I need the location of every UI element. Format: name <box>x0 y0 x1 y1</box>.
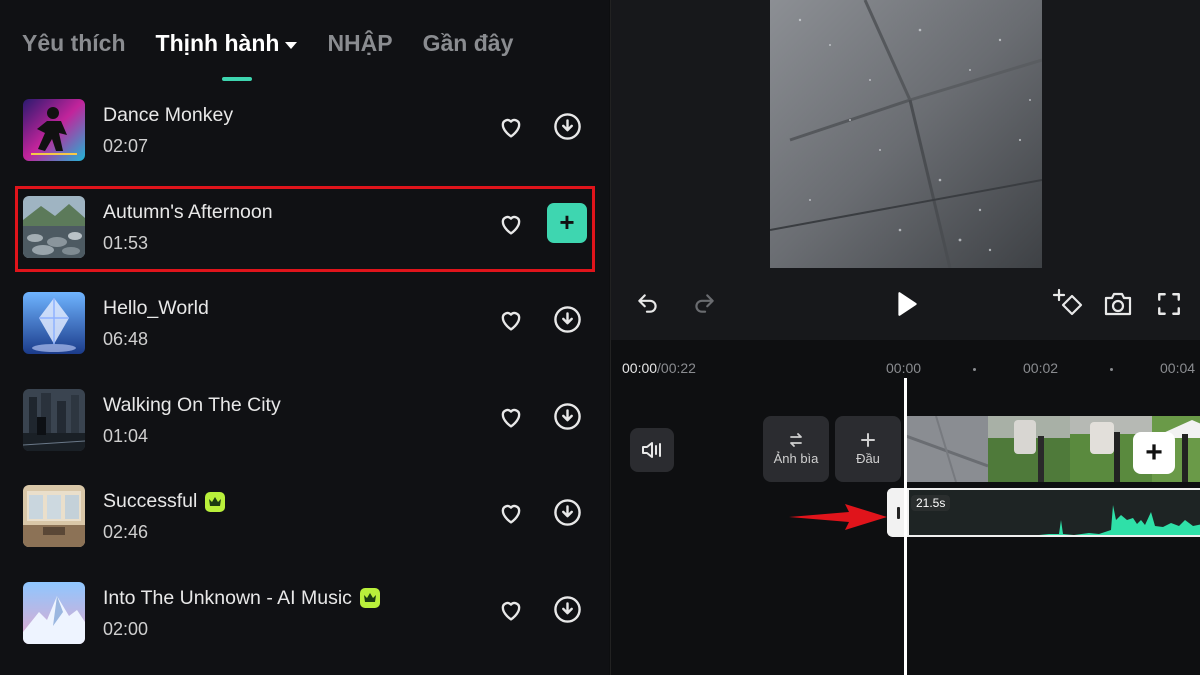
playhead[interactable] <box>904 378 907 675</box>
tab-recent[interactable]: Gần đây <box>423 30 514 57</box>
download-icon[interactable] <box>553 498 582 527</box>
active-tab-indicator <box>222 77 252 81</box>
song-title: Dance Monkey <box>103 104 234 126</box>
video-clip-frame <box>906 416 989 482</box>
caret-down-icon <box>285 41 298 49</box>
premium-crown-icon <box>359 588 380 608</box>
song-thumbnail <box>23 99 85 161</box>
tab-import[interactable]: NHẬP <box>327 30 392 57</box>
tick-dot <box>1110 368 1113 371</box>
download-icon[interactable] <box>553 112 582 141</box>
time-tick: 00:04 <box>1160 360 1196 376</box>
tick-dot <box>973 368 976 371</box>
song-title: Autumn's Afternoon <box>103 200 273 223</box>
play-icon[interactable] <box>894 290 920 318</box>
song-thumbnail <box>23 195 85 258</box>
song-duration: 01:04 <box>103 425 149 446</box>
song-thumbnail <box>23 388 85 451</box>
add-intro-button[interactable]: Đầu <box>835 416 901 482</box>
time-tick: 00:02 <box>1023 360 1059 376</box>
tab-label: Gần đây <box>422 30 514 56</box>
tab-label: Yêu thích <box>22 30 126 56</box>
redo-icon[interactable] <box>691 290 717 316</box>
song-duration: 01:53 <box>103 232 149 253</box>
timeline[interactable]: 00:00/00:22 00:00 00:02 00:04 Ảnh bìa Đầ… <box>611 340 1200 675</box>
song-title: Walking On The City <box>103 393 281 416</box>
camera-icon[interactable] <box>1103 290 1133 318</box>
add-to-project-button[interactable]: + <box>547 202 587 243</box>
download-icon[interactable] <box>553 402 582 431</box>
music-library-panel: Yêu thích Thịnh hành NHẬP Gần đây Dance … <box>0 0 609 675</box>
download-icon[interactable] <box>553 305 582 334</box>
tab-label: Thịnh hành <box>155 30 280 56</box>
red-arrow-annotation <box>789 504 887 530</box>
mute-audio-button[interactable] <box>630 428 674 472</box>
preview-area <box>611 0 1200 340</box>
song-item[interactable]: Dance Monkey 02:07 <box>0 96 609 193</box>
time-readout: 00:00/00:22 <box>622 360 696 376</box>
heart-icon[interactable] <box>497 210 525 238</box>
heart-icon[interactable] <box>497 596 525 624</box>
keyframe-add-icon[interactable] <box>1052 288 1084 318</box>
song-item[interactable]: Into The Unknown - AI Music 02:00 <box>0 579 609 675</box>
song-duration: 02:00 <box>103 618 149 639</box>
audio-length-badge: 21.5s <box>911 495 951 511</box>
category-tabs: Yêu thích Thịnh hành NHẬP Gần đây <box>22 30 513 57</box>
song-item[interactable]: Walking On The City 01:04 <box>0 386 609 483</box>
song-title: Successful <box>103 490 226 513</box>
fullscreen-icon[interactable] <box>1156 291 1182 317</box>
cover-label: Ảnh bìa <box>773 451 819 466</box>
song-duration: 02:46 <box>103 522 149 542</box>
heart-icon[interactable] <box>497 403 525 431</box>
tab-label: NHẬP <box>327 30 393 56</box>
time-tick: 00:00 <box>886 360 922 376</box>
video-preview[interactable] <box>770 0 1042 268</box>
swap-icon <box>790 433 802 447</box>
heart-icon[interactable] <box>497 113 525 141</box>
heart-icon[interactable] <box>497 306 525 334</box>
heart-icon[interactable] <box>497 499 525 527</box>
plus-icon <box>861 433 875 447</box>
tab-trending[interactable]: Thịnh hành <box>156 30 298 57</box>
song-duration: 02:07 <box>103 136 149 156</box>
editor-panel: 00:00/00:22 00:00 00:02 00:04 Ảnh bìa Đầ… <box>610 0 1200 675</box>
song-item[interactable]: Successful 02:46 <box>0 482 609 579</box>
song-thumbnail <box>23 485 85 547</box>
song-item-selected[interactable]: Autumn's Afternoon 01:53 + <box>0 193 609 290</box>
song-thumbnail <box>23 292 85 354</box>
song-thumbnail <box>23 581 85 644</box>
speaker-icon <box>642 442 661 458</box>
download-icon[interactable] <box>553 595 582 624</box>
premium-crown-icon <box>205 491 226 512</box>
song-item[interactable]: Hello_World 06:48 <box>0 289 609 386</box>
tab-favorites[interactable]: Yêu thích <box>22 30 126 57</box>
cover-button[interactable]: Ảnh bìa <box>763 416 829 482</box>
intro-label: Đầu <box>856 451 880 466</box>
undo-icon[interactable] <box>635 290 661 316</box>
add-clip-button[interactable]: + <box>1133 432 1175 474</box>
song-title: Into The Unknown - AI Music <box>103 587 380 610</box>
song-list: Dance Monkey 02:07 Autumn's Afternoon 01… <box>0 96 609 675</box>
song-title: Hello_World <box>103 297 209 319</box>
video-clip-frame <box>988 416 1070 482</box>
song-duration: 06:48 <box>103 329 149 349</box>
